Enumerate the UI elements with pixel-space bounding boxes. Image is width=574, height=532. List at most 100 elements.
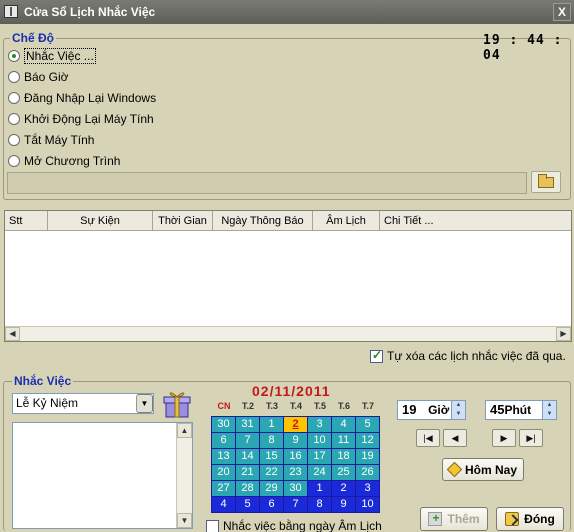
calendar-day[interactable]: 3 [308, 417, 331, 432]
radio-option-3[interactable]: Khởi Động Lại Máy Tính [8, 111, 154, 127]
next-month-button[interactable]: ▶ [492, 429, 516, 447]
spin-up-icon[interactable]: ▲ [452, 401, 465, 410]
hour-spin-buttons[interactable]: ▲ ▼ [451, 401, 465, 419]
calendar-day[interactable]: 4 [332, 417, 355, 432]
radio-dot[interactable] [8, 155, 20, 167]
calendar-weekday-header: CN T.2 T.3 T.4 T.5 T.6 T.7 [212, 401, 380, 415]
radio-dot[interactable] [8, 92, 20, 104]
calendar-day[interactable]: 22 [260, 465, 283, 480]
calendar-day[interactable]: 13 [212, 449, 235, 464]
calendar-day[interactable]: 11 [332, 433, 355, 448]
calendar-day[interactable]: 4 [212, 497, 235, 512]
column-header-stt[interactable]: Stt [5, 211, 48, 231]
category-select[interactable]: Lễ Kỷ Niệm ▼ [12, 393, 154, 414]
minute-spin-buttons[interactable]: ▲ ▼ [542, 401, 556, 419]
calendar-day[interactable]: 20 [212, 465, 235, 480]
calendar-day[interactable]: 7 [284, 497, 307, 512]
first-month-button[interactable]: |◀ [416, 429, 440, 447]
calendar-day[interactable]: 29 [260, 481, 283, 496]
calendar-day[interactable]: 30 [284, 481, 307, 496]
last-month-button[interactable]: ▶| [519, 429, 543, 447]
calendar-day[interactable]: 28 [236, 481, 259, 496]
calendar-day[interactable]: 24 [308, 465, 331, 480]
hour-spinner[interactable]: 19 Giờ ▲ ▼ [397, 400, 466, 420]
calendar-day[interactable]: 25 [332, 465, 355, 480]
calendar-day[interactable]: 18 [332, 449, 355, 464]
calendar-day[interactable]: 7 [236, 433, 259, 448]
radio-dot[interactable] [8, 113, 20, 125]
checkbox-box[interactable] [206, 519, 219, 532]
spin-up-icon[interactable]: ▲ [543, 401, 556, 410]
calendar-day[interactable]: 8 [260, 433, 283, 448]
window-close-button[interactable]: X [553, 3, 571, 21]
column-header-time[interactable]: Thời Gian [153, 211, 213, 231]
radio-option-2[interactable]: Đăng Nhập Lại Windows [8, 90, 156, 106]
program-path-input[interactable] [7, 172, 527, 194]
chevron-down-icon[interactable]: ▼ [136, 394, 153, 413]
event-list[interactable]: Stt Sự Kiện Thời Gian Ngày Thông Báo Âm … [4, 210, 572, 342]
close-button[interactable]: Đóng [496, 507, 564, 531]
radio-option-4[interactable]: Tắt Máy Tính [8, 132, 94, 148]
column-header-event[interactable]: Sự Kiện [48, 211, 153, 231]
calendar-day[interactable]: 6 [260, 497, 283, 512]
spin-down-icon[interactable]: ▼ [452, 410, 465, 419]
radio-dot[interactable] [8, 71, 20, 83]
reminder-note-textarea[interactable]: ▲ ▼ [12, 422, 193, 529]
scroll-right-arrow-icon[interactable]: ▶ [556, 327, 571, 341]
calendar-day[interactable]: 26 [356, 465, 379, 480]
calendar-day[interactable]: 16 [284, 449, 307, 464]
radio-option-0[interactable]: Nhắc Việc ... [8, 48, 96, 64]
spin-down-icon[interactable]: ▼ [543, 410, 556, 419]
calendar-day-today[interactable]: 2 [284, 417, 307, 432]
auto-delete-checkbox[interactable]: Tự xóa các lịch nhắc việc đã qua. [370, 348, 566, 363]
hour-unit: Giờ [428, 403, 450, 417]
auto-delete-label: Tự xóa các lịch nhắc việc đã qua. [387, 349, 566, 363]
calendar-day[interactable]: 1 [260, 417, 283, 432]
radio-label: Khởi Động Lại Máy Tính [24, 112, 154, 126]
calendar-day[interactable]: 1 [308, 481, 331, 496]
calendar-day[interactable]: 9 [332, 497, 355, 512]
calendar-day[interactable]: 23 [284, 465, 307, 480]
calendar-day[interactable]: 15 [260, 449, 283, 464]
hour-value: 19 [402, 402, 417, 417]
calendar-day[interactable]: 5 [236, 497, 259, 512]
column-header-detail[interactable]: Chi Tiết ... [380, 211, 571, 231]
scroll-down-arrow-icon[interactable]: ▼ [177, 513, 192, 528]
calendar-day[interactable]: 10 [356, 497, 379, 512]
vertical-scrollbar[interactable]: ▲ ▼ [176, 423, 192, 528]
calendar-weekday-label: T.6 [337, 401, 350, 411]
calendar-day[interactable]: 12 [356, 433, 379, 448]
browse-folder-button[interactable] [531, 171, 561, 193]
calendar-day[interactable]: 6 [212, 433, 235, 448]
horizontal-scrollbar[interactable]: ◀ ▶ [5, 326, 571, 341]
calendar-day[interactable]: 31 [236, 417, 259, 432]
add-button[interactable]: Thêm [420, 507, 488, 531]
radio-dot[interactable] [8, 50, 20, 62]
minute-unit: Phút [504, 403, 532, 417]
window-title: Cửa Sổ Lịch Nhắc Việc [24, 5, 156, 19]
calendar-day[interactable]: 9 [284, 433, 307, 448]
calendar-day[interactable]: 10 [308, 433, 331, 448]
calendar-day[interactable]: 21 [236, 465, 259, 480]
scroll-up-arrow-icon[interactable]: ▲ [177, 423, 192, 438]
lunar-reminder-checkbox[interactable]: Nhắc việc bằng ngày Âm Lịch [206, 519, 382, 532]
scroll-left-arrow-icon[interactable]: ◀ [5, 327, 20, 341]
minute-spinner[interactable]: 45Phút ▲ ▼ [485, 400, 557, 420]
radio-option-1[interactable]: Báo Giờ [8, 69, 69, 85]
checkbox-box[interactable] [370, 348, 383, 363]
calendar-day[interactable]: 2 [332, 481, 355, 496]
column-header-lunar[interactable]: Âm Lịch [313, 211, 380, 231]
column-header-notify-date[interactable]: Ngày Thông Báo [213, 211, 313, 231]
calendar-day[interactable]: 30 [212, 417, 235, 432]
radio-dot[interactable] [8, 134, 20, 146]
radio-option-5[interactable]: Mở Chương Trình [8, 153, 120, 169]
calendar-day[interactable]: 3 [356, 481, 379, 496]
calendar-day[interactable]: 8 [308, 497, 331, 512]
calendar-day[interactable]: 19 [356, 449, 379, 464]
calendar-day[interactable]: 27 [212, 481, 235, 496]
calendar-day[interactable]: 17 [308, 449, 331, 464]
calendar-day[interactable]: 14 [236, 449, 259, 464]
calendar-day[interactable]: 5 [356, 417, 379, 432]
prev-month-button[interactable]: ◀ [443, 429, 467, 447]
today-button[interactable]: Hôm Nay [442, 458, 524, 481]
